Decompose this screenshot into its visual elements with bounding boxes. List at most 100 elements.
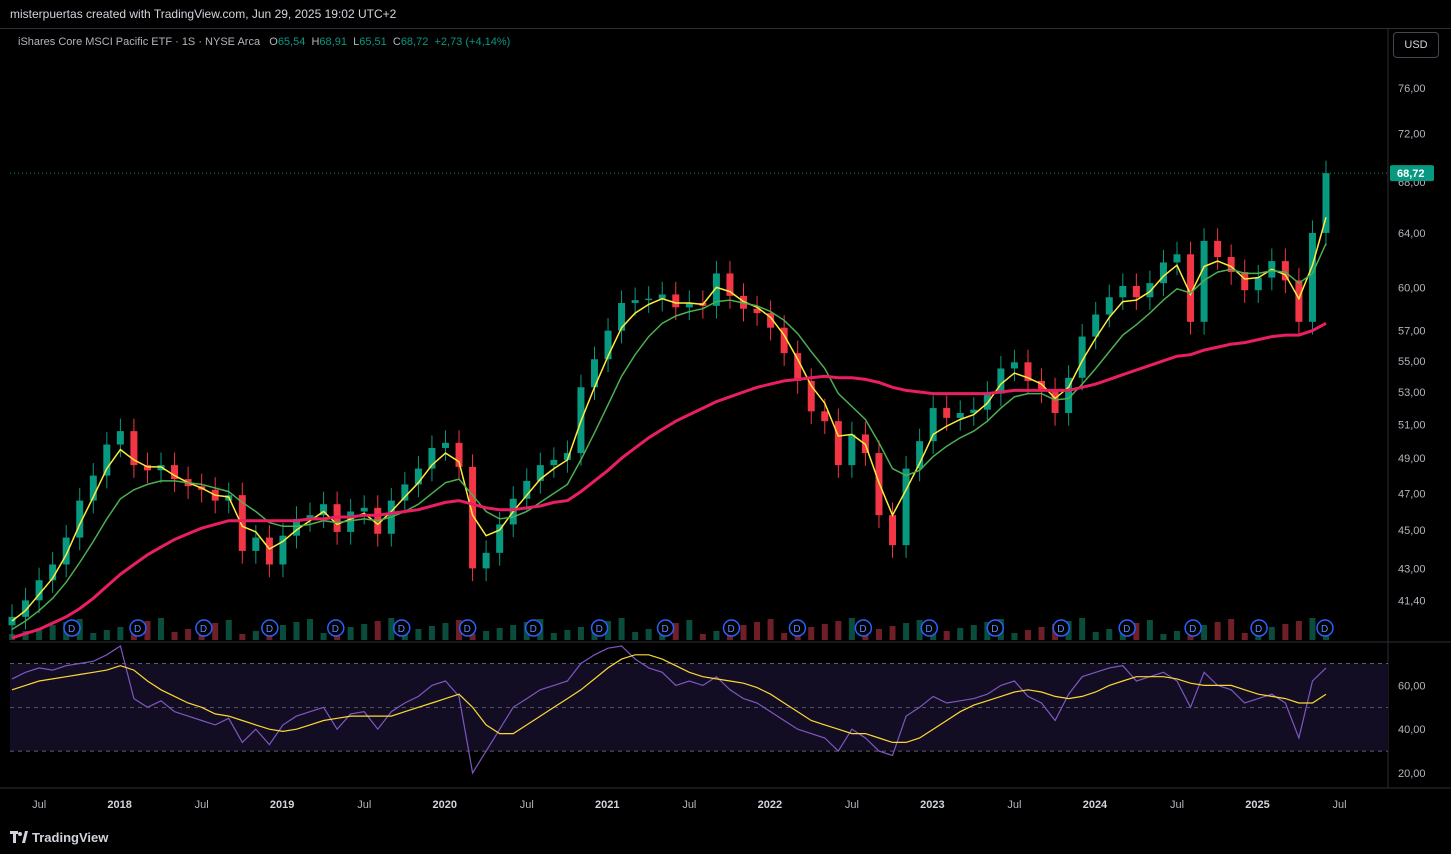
time-tick-label: 2025 — [1245, 799, 1269, 811]
candle-body — [1146, 283, 1154, 298]
volume-bar — [957, 628, 964, 640]
footer-brand: TradingView — [32, 830, 109, 845]
symbol-name: iShares Core MSCI Pacific ETF · 1S · NYS… — [18, 36, 261, 48]
candle-body — [401, 484, 409, 501]
dividend-marker-label: D — [1189, 624, 1196, 635]
time-tick-label: Jul — [1170, 799, 1184, 811]
candle-body — [1010, 362, 1018, 369]
volume-bar — [428, 626, 435, 640]
time-tick-label: Jul — [1007, 799, 1021, 811]
volume-bar — [442, 623, 449, 640]
volume-bar — [239, 634, 246, 640]
volume-bar — [564, 630, 571, 640]
volume-bar — [185, 629, 192, 640]
change-value: +2,73 (+4,14%) — [434, 36, 511, 48]
candle-body — [1119, 285, 1127, 298]
volume-bar — [889, 626, 896, 640]
candle-body — [1214, 240, 1222, 257]
volume-bar — [943, 631, 950, 640]
dividend-marker-label: D — [1321, 624, 1328, 635]
dividend-marker-label: D — [991, 624, 998, 635]
volume-bar — [1268, 627, 1275, 640]
chart-frame[interactable]: 41,40 43,00 45,00 47,00 49,00 51,00 53,00 55,00… — [0, 28, 1451, 824]
dividend-marker-label: D — [596, 624, 603, 635]
time-tick-label: 2020 — [432, 799, 456, 811]
candle-body — [103, 444, 111, 476]
price-tick-label: 47,00 — [1398, 488, 1426, 500]
candle-body — [889, 515, 897, 546]
candle-body — [672, 294, 680, 308]
footer: TradingView — [0, 824, 1451, 854]
time-tick-label: 2024 — [1083, 799, 1108, 811]
volume-bar — [293, 622, 300, 640]
candle-body — [1241, 272, 1249, 291]
candle-body — [794, 353, 802, 381]
volume-bar — [686, 620, 693, 640]
candle-body — [441, 442, 449, 448]
tradingview-logo[interactable]: TradingView — [10, 830, 108, 845]
close-label: C — [392, 36, 401, 48]
candle-body — [482, 552, 490, 569]
price-tick-label: 72,00 — [1398, 129, 1426, 141]
volume-bar — [483, 631, 490, 640]
volume-bar — [361, 624, 368, 640]
dividend-marker-label: D — [398, 624, 405, 635]
volume-bar — [158, 618, 165, 640]
volume-bar — [171, 632, 178, 640]
header-bar: misterpuertas created with TradingView.c… — [0, 0, 1451, 29]
candle-body — [360, 507, 368, 512]
volume-bar — [252, 631, 259, 640]
candle-body — [1132, 285, 1140, 298]
close-value: 68,72 — [400, 36, 429, 48]
price-tick-label: 76,00 — [1398, 83, 1426, 95]
volume-bar — [307, 619, 314, 640]
dividend-marker-label: D — [530, 624, 537, 635]
volume-bar — [279, 625, 286, 640]
time-tick-label: 2018 — [107, 799, 131, 811]
dividend-marker-label: D — [1255, 624, 1262, 635]
volume-bar — [1214, 622, 1221, 640]
dividend-marker-label: D — [925, 624, 932, 635]
time-tick-label: Jul — [1333, 799, 1347, 811]
volume-bar — [117, 627, 124, 640]
candle-body — [252, 537, 260, 551]
volume-bar — [1282, 624, 1289, 640]
tradingview-logo-icon — [10, 831, 28, 843]
candle-body — [1105, 297, 1113, 315]
volume-bar — [510, 625, 517, 640]
dividend-marker-label: D — [1057, 624, 1064, 635]
volume-bar — [347, 627, 354, 640]
ema-mid-line — [11, 217, 1327, 622]
volume-bar — [903, 623, 910, 640]
volume-bar — [1295, 621, 1302, 640]
dividend-marker-label: D — [332, 624, 339, 635]
volume-bar — [781, 633, 788, 640]
ema-long-line — [11, 321, 1327, 640]
time-tick-label: Jul — [682, 799, 696, 811]
candle-body — [1173, 254, 1181, 263]
open-value: 65,54 — [277, 36, 306, 48]
volume-bar — [1201, 625, 1208, 640]
candle-body — [265, 537, 273, 565]
dividend-marker-label: D — [200, 624, 207, 635]
volume-bar — [1092, 632, 1099, 640]
rsi-tick-label: 20,00 — [1398, 768, 1426, 780]
dividend-marker-label: D — [266, 624, 273, 635]
last-price-label: 68,72 — [1397, 168, 1425, 180]
volume-bar — [1241, 633, 1248, 640]
price-tick-label: 43,00 — [1398, 563, 1426, 575]
dividend-marker-label: D — [464, 624, 471, 635]
price-tick-label: 55,00 — [1398, 356, 1426, 368]
volume-bar — [1228, 619, 1235, 640]
price-tick-label: 57,00 — [1398, 326, 1426, 338]
volume-bar — [699, 634, 706, 640]
dividend-marker-label: D — [793, 624, 800, 635]
candle-body — [1281, 261, 1289, 281]
volume-bar — [1146, 620, 1153, 640]
volume-bar — [577, 627, 584, 640]
price-chart[interactable]: 41,40 43,00 45,00 47,00 49,00 51,00 53,00 55,00… — [0, 28, 1451, 824]
candle-body — [631, 300, 639, 303]
dividend-marker-label: D — [859, 624, 866, 635]
price-tick-label: 49,00 — [1398, 453, 1426, 465]
currency-button[interactable]: USD — [1393, 32, 1439, 58]
